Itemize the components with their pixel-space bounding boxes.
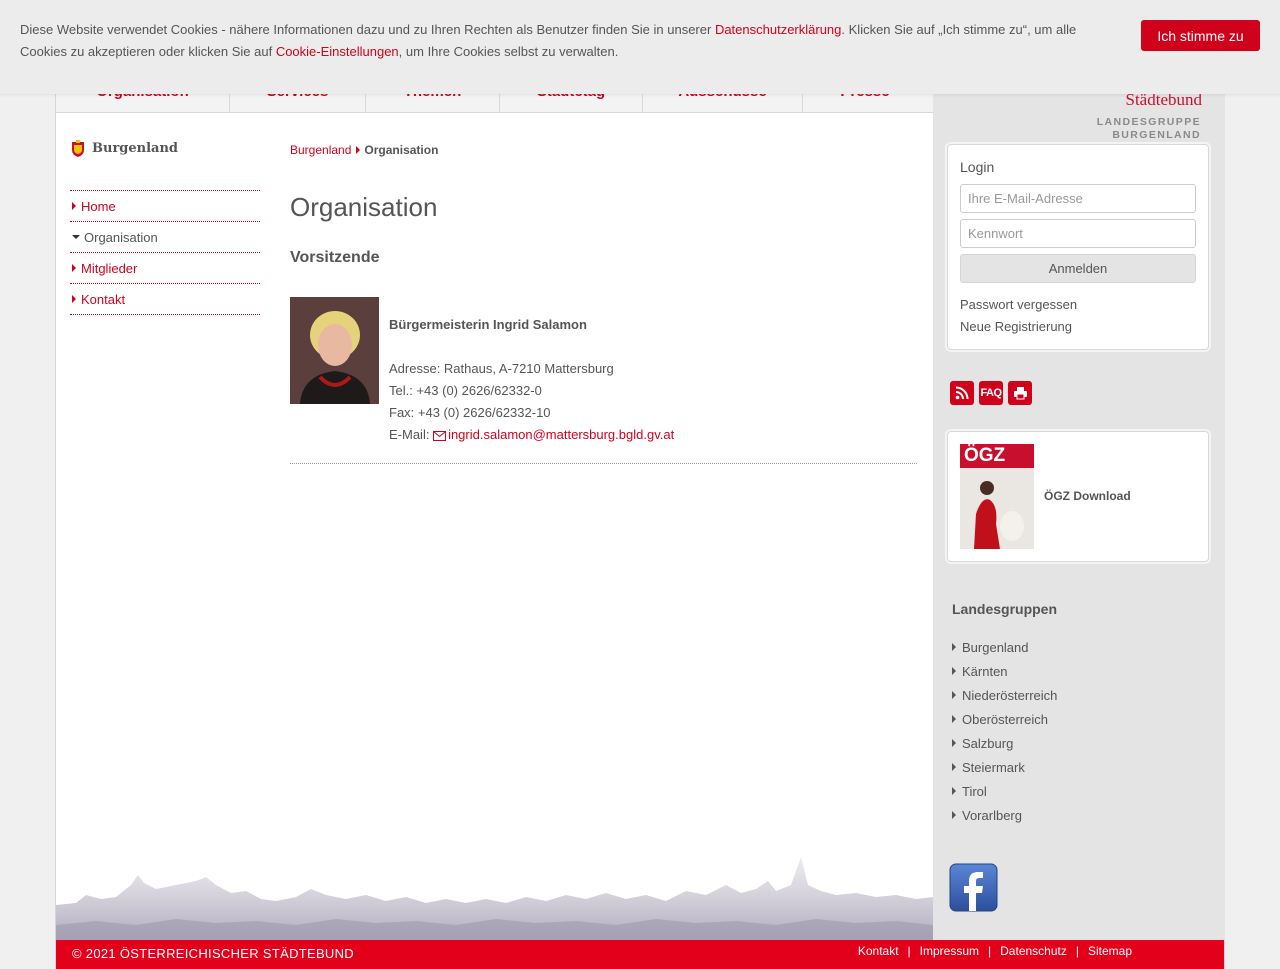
caret-down-icon xyxy=(72,235,80,239)
footer-link-impressum[interactable]: Impressum xyxy=(920,944,979,958)
cookie-text-part: Diese Website verwendet Cookies - nähere… xyxy=(20,22,715,37)
forgot-password-link[interactable]: Passwort vergessen xyxy=(960,294,1077,316)
landesgruppen-title: Landesgruppen xyxy=(952,601,1058,617)
caret-right-icon xyxy=(952,691,956,699)
landesgruppe-link[interactable]: Burgenland xyxy=(962,640,1029,655)
list-item[interactable]: Vorarlberg xyxy=(952,803,1057,827)
caret-right-icon xyxy=(72,202,76,210)
facebook-icon[interactable] xyxy=(949,863,998,912)
logo-subtitle-line2: BURGENLAND xyxy=(1112,129,1201,141)
cookie-settings-link[interactable]: Cookie-Einstellungen xyxy=(276,44,399,59)
person-name: Bürgermeisterin Ingrid Salamon xyxy=(389,317,587,332)
sidebar-item-label[interactable]: Home xyxy=(81,199,116,214)
contact-card: Bürgermeisterin Ingrid Salamon Adresse: … xyxy=(389,314,674,446)
footer-separator: | xyxy=(988,944,992,958)
caret-right-icon xyxy=(72,264,76,272)
landesgruppe-link[interactable]: Salzburg xyxy=(962,736,1013,751)
footer-separator: | xyxy=(1075,944,1079,958)
section-title: Vorsitzende xyxy=(290,249,380,266)
caret-right-icon xyxy=(952,643,956,651)
privacy-policy-link[interactable]: Datenschutzerklärung xyxy=(715,22,841,37)
caret-right-icon xyxy=(952,739,956,747)
footer-link-kontakt[interactable]: Kontakt xyxy=(858,944,899,958)
sidebar-item-organisation[interactable]: Organisation xyxy=(70,222,260,253)
side-navigation: Home Organisation Mitglieder Kontakt xyxy=(70,190,260,315)
list-item[interactable]: Salzburg xyxy=(952,731,1057,755)
landesgruppe-link[interactable]: Kärnten xyxy=(962,664,1008,679)
caret-right-icon xyxy=(952,787,956,795)
print-icon[interactable] xyxy=(1008,381,1032,405)
rss-icon[interactable] xyxy=(950,381,974,405)
footer-links: Kontakt | Impressum | Datenschutz | Site… xyxy=(858,944,1132,958)
landesgruppen-list: Burgenland Kärnten Niederösterreich Ober… xyxy=(952,635,1057,827)
caret-right-icon xyxy=(952,667,956,675)
list-item[interactable]: Steiermark xyxy=(952,755,1057,779)
sidebar-item-label[interactable]: Mitglieder xyxy=(81,261,137,276)
landesgruppe-link[interactable]: Vorarlberg xyxy=(962,808,1022,823)
login-links: Passwort vergessen Neue Registrierung xyxy=(960,294,1077,338)
logo-subtitle-line1: LANDESGRUPPE xyxy=(1096,116,1201,128)
mail-icon xyxy=(433,430,447,441)
person-photo xyxy=(290,297,379,404)
email-label: E-Mail: xyxy=(389,427,434,442)
caret-right-icon xyxy=(952,715,956,723)
footer: © 2021 ÖSTERREICHISCHER STÄDTEBUND Konta… xyxy=(56,940,1224,969)
person-phone: Tel.: +43 (0) 2626/62332-0 xyxy=(389,383,542,398)
landesgruppe-link[interactable]: Tirol xyxy=(962,784,987,799)
accept-cookies-button[interactable]: Ich stimme zu xyxy=(1141,20,1260,51)
list-item[interactable]: Burgenland xyxy=(952,635,1057,659)
sidebar-item-label[interactable]: Kontakt xyxy=(81,292,125,307)
ogz-cover-title: ÖGZ xyxy=(964,445,1006,466)
list-item[interactable]: Oberösterreich xyxy=(952,707,1057,731)
content-divider xyxy=(290,463,917,464)
email-field[interactable] xyxy=(960,184,1196,213)
breadcrumb: Burgenland Organisation xyxy=(290,143,438,157)
coat-of-arms-icon xyxy=(72,140,84,157)
city-skyline-image xyxy=(56,857,933,940)
ogz-download-link[interactable]: ÖGZ Download xyxy=(1044,489,1131,503)
sidebar-item-kontakt[interactable]: Kontakt xyxy=(70,284,260,315)
ogz-cover-image[interactable]: ÖGZ xyxy=(960,444,1034,549)
faq-icon[interactable]: FAQ xyxy=(979,381,1003,405)
breadcrumb-current: Organisation xyxy=(364,143,439,157)
email-link[interactable]: ingrid.salamon@mattersburg.bgld.gv.at xyxy=(448,427,674,442)
cookie-text-part: , um Ihre Cookies selbst zu verwalten. xyxy=(398,44,619,59)
sidebar-item-label[interactable]: Organisation xyxy=(84,230,158,245)
cookie-text: Diese Website verwendet Cookies - nähere… xyxy=(20,19,1100,63)
person-email-row: E-Mail: ingrid.salamon@mattersburg.bgld.… xyxy=(389,424,674,446)
list-item[interactable]: Tirol xyxy=(952,779,1057,803)
caret-right-icon xyxy=(72,295,76,303)
logo-subtitle: LANDESGRUPPE BURGENLAND xyxy=(1057,116,1201,142)
footer-link-datenschutz[interactable]: Datenschutz xyxy=(1000,944,1067,958)
login-title: Login xyxy=(960,159,995,175)
caret-right-icon xyxy=(356,146,361,154)
faq-label: FAQ xyxy=(980,387,1002,399)
region-title: Burgenland xyxy=(71,140,178,157)
list-item[interactable]: Kärnten xyxy=(952,659,1057,683)
caret-right-icon xyxy=(952,811,956,819)
login-panel: Login Anmelden Passwort vergessen Neue R… xyxy=(947,144,1209,350)
login-button[interactable]: Anmelden xyxy=(960,254,1196,283)
sidebar-item-mitglieder[interactable]: Mitglieder xyxy=(70,253,260,284)
person-fax: Fax: +43 (0) 2626/62332-10 xyxy=(389,405,551,420)
landesgruppe-link[interactable]: Steiermark xyxy=(962,760,1025,775)
footer-copyright: © 2021 ÖSTERREICHISCHER STÄDTEBUND xyxy=(72,946,354,961)
footer-separator: | xyxy=(907,944,911,958)
sidebar-item-home[interactable]: Home xyxy=(70,191,260,222)
page-title: Organisation xyxy=(290,192,438,222)
utility-icons: FAQ xyxy=(950,381,1037,405)
person-address: Adresse: Rathaus, A-7210 Mattersburg xyxy=(389,361,614,376)
breadcrumb-link-burgenland[interactable]: Burgenland xyxy=(290,143,351,157)
region-name: Burgenland xyxy=(92,141,179,156)
register-link[interactable]: Neue Registrierung xyxy=(960,316,1077,338)
cookie-banner: Diese Website verwendet Cookies - nähere… xyxy=(0,0,1280,94)
caret-right-icon xyxy=(952,763,956,771)
landesgruppe-link[interactable]: Oberösterreich xyxy=(962,712,1048,727)
ogz-download-panel: ÖGZ ÖGZ Download xyxy=(947,431,1209,562)
password-field[interactable] xyxy=(960,219,1196,248)
list-item[interactable]: Niederösterreich xyxy=(952,683,1057,707)
landesgruppe-link[interactable]: Niederösterreich xyxy=(962,688,1057,703)
footer-link-sitemap[interactable]: Sitemap xyxy=(1088,944,1132,958)
